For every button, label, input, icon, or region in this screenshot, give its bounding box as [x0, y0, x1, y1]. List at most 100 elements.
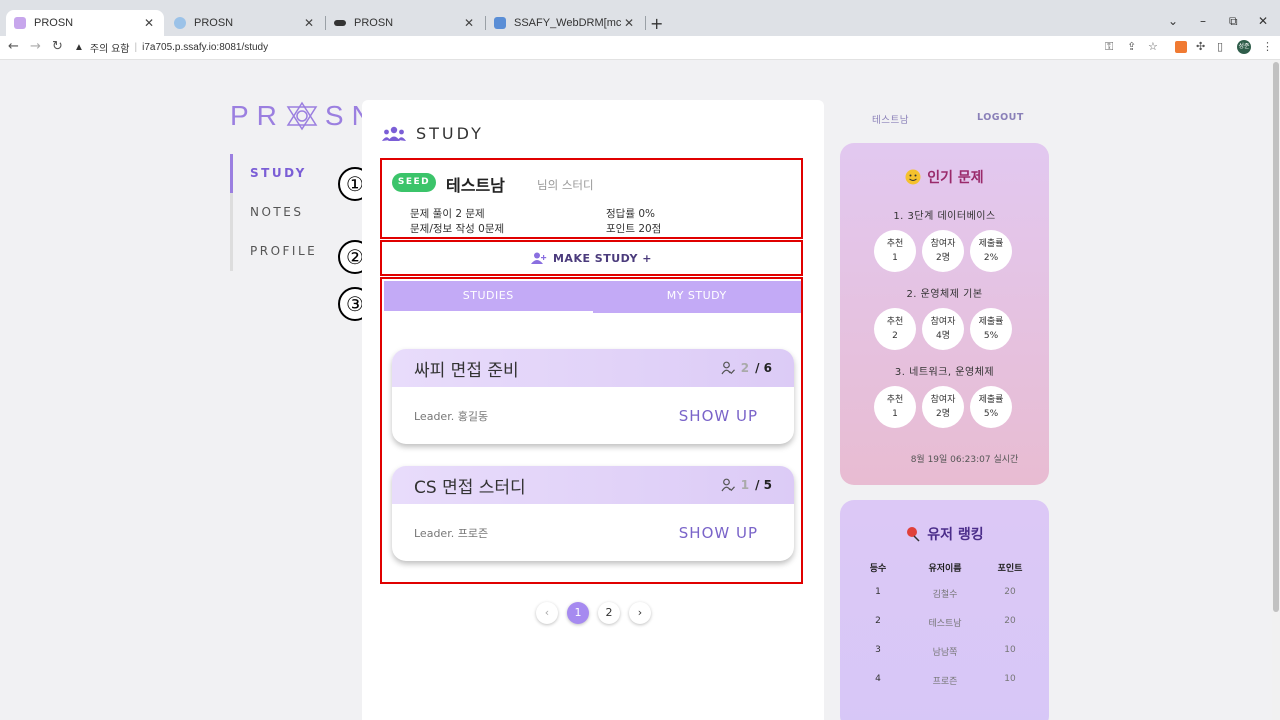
- participants-label: 참여자: [930, 239, 956, 249]
- username-value: 프로즌: [932, 677, 958, 687]
- show-up-button[interactable]: SHOW UP: [679, 524, 758, 542]
- share-icon[interactable]: ⇪: [1127, 40, 1136, 53]
- user-ranking-card: 유저 랭킹 등수 유저이름 포인트 1 김철수 20 2 테스트남 20 3 남…: [840, 500, 1049, 720]
- points-value: 20: [1004, 616, 1016, 626]
- problem-stats: 추천 2 참여자 4명 제출률 5%: [874, 308, 1018, 350]
- omnibox-divider: |: [134, 42, 138, 53]
- problem-title[interactable]: 2. 운영체제 기본: [840, 285, 1049, 300]
- menu-icon[interactable]: ⋮: [1262, 40, 1273, 53]
- browser-tab[interactable]: PROSN ✕: [6, 10, 164, 36]
- smile-emoji-icon: [905, 169, 921, 185]
- tab-title: PROSN: [354, 17, 394, 29]
- problem-title[interactable]: 1. 3단계 데이터베이스: [840, 207, 1049, 222]
- study-leader: Leader. 프로즌: [414, 526, 489, 540]
- profile-avatar[interactable]: 성준: [1237, 40, 1251, 54]
- prev-page-button[interactable]: ‹: [536, 602, 558, 624]
- close-window-icon[interactable]: ✕: [1258, 14, 1268, 28]
- accuracy-stat: 정답률 0%: [606, 208, 655, 220]
- rank-value: 2: [875, 616, 881, 626]
- make-study-section: MAKE STUDY +: [380, 240, 803, 276]
- prosn-favicon-icon: [14, 17, 26, 29]
- forward-icon[interactable]: →: [30, 39, 41, 54]
- add-user-icon: [530, 252, 547, 264]
- recommend-label: 추천: [886, 395, 904, 405]
- username-header: 유저이름: [928, 564, 962, 574]
- realtime-timestamp: 8월 19일 06:23:07 실시간: [910, 455, 1019, 465]
- key-icon[interactable]: ⚿: [1105, 40, 1113, 54]
- new-tab-icon[interactable]: +: [650, 14, 663, 33]
- member-count-current: 1: [740, 478, 750, 492]
- back-icon[interactable]: ←: [8, 39, 19, 54]
- recommend-value: 2: [892, 331, 898, 341]
- study-card[interactable]: 싸피 면접 준비 2 / 6 Leader. 홍길동 SHOW UP: [392, 349, 794, 444]
- side-panel-icon[interactable]: ▯: [1217, 40, 1223, 53]
- study-tabs: STUDIES MY STUDY: [384, 281, 801, 313]
- nav-item-notes[interactable]: NOTES: [230, 193, 340, 232]
- recommend-stat: 추천 1: [874, 230, 916, 272]
- browser-tab[interactable]: PROSN ✕: [166, 10, 324, 36]
- url-text: i7a705.p.ssafy.io:8081/study: [142, 42, 269, 53]
- minimize-icon[interactable]: –: [1200, 14, 1206, 28]
- problems-solved-stat: 문제 풀이 2 문제: [410, 208, 485, 220]
- browser-tab[interactable]: SSAFY_WebDRM[mc1] ✕: [486, 10, 644, 36]
- member-check-icon: [721, 478, 735, 492]
- close-tab-icon[interactable]: ✕: [622, 16, 636, 30]
- url-input[interactable]: ▲ 주의 요함 | i7a705.p.ssafy.io:8081/study: [74, 37, 1094, 58]
- posts-written-stat: 문제/정보 작성 0문제: [410, 223, 505, 235]
- close-tab-icon[interactable]: ✕: [302, 16, 316, 30]
- extension-icon[interactable]: [1175, 41, 1187, 53]
- study-card[interactable]: CS 면접 스터디 1 / 5 Leader. 프로즌 SHOW UP: [392, 466, 794, 561]
- tab-search-icon[interactable]: ⌄: [1168, 14, 1178, 28]
- points-value: 20: [1004, 587, 1016, 597]
- browser-tab[interactable]: PROSN ✕: [326, 10, 484, 36]
- side-navigation: STUDY NOTES PROFILE: [230, 154, 340, 271]
- popular-title-text: 인기 문제: [927, 170, 984, 186]
- nav-item-profile[interactable]: PROFILE: [230, 232, 340, 271]
- points-stat: 포인트 20점: [606, 223, 662, 235]
- problem-title[interactable]: 3. 네트워크, 운영체제: [840, 363, 1049, 378]
- scrollbar-thumb[interactable]: [1273, 62, 1279, 612]
- study-main-card: STUDY SEED 테스트남 님의 스터디 문제 풀이 2 문제 문제/정보 …: [362, 100, 824, 720]
- restore-icon[interactable]: ⧉: [1229, 14, 1238, 29]
- study-name: CS 면접 스터디: [414, 477, 526, 498]
- study-card-body: Leader. 프로즌 SHOW UP: [392, 504, 794, 561]
- tab-my-study[interactable]: MY STUDY: [593, 281, 802, 313]
- participants-stat: 참여자 4명: [922, 308, 964, 350]
- participants-stat: 참여자 2명: [922, 386, 964, 428]
- studies-section: STUDIES MY STUDY 싸피 면접 준비 2 / 6 Leader. …: [380, 277, 803, 584]
- next-page-button[interactable]: ›: [629, 602, 651, 624]
- participants-label: 참여자: [930, 317, 956, 327]
- page-button-1[interactable]: 1: [567, 602, 589, 624]
- rank-header: 등수: [869, 564, 887, 574]
- submit-rate-value: 5%: [983, 409, 999, 419]
- submit-rate-label: 제출률: [978, 395, 1004, 405]
- erd-favicon-icon: [334, 20, 346, 26]
- bookmark-star-icon[interactable]: ☆: [1148, 40, 1158, 53]
- member-count-max: / 5: [755, 478, 772, 492]
- browser-tab-bar: PROSN ✕ PROSN ✕ PROSN ✕ SSAFY_WebDRM[mc1…: [0, 0, 1280, 36]
- study-card-header: CS 면접 스터디 1 / 5: [392, 466, 794, 504]
- recommend-label: 추천: [886, 317, 904, 327]
- popular-title: 인기 문제: [840, 167, 1049, 187]
- puzzle-icon[interactable]: ✣: [1196, 40, 1205, 53]
- pagination: ‹ 1 2 ›: [536, 602, 660, 624]
- user-name-link[interactable]: 테스트남: [872, 112, 909, 126]
- close-tab-icon[interactable]: ✕: [142, 16, 156, 30]
- prosn-logo[interactable]: PR SN: [230, 100, 380, 132]
- recommend-label: 추천: [886, 239, 904, 249]
- points-header: 포인트: [997, 564, 1023, 574]
- show-up-button[interactable]: SHOW UP: [679, 407, 758, 425]
- address-bar: ← → ↻ ▲ 주의 요함 | i7a705.p.ssafy.io:8081/s…: [0, 36, 1280, 60]
- submit-rate-value: 2%: [983, 253, 999, 263]
- drm-favicon-icon: [494, 17, 506, 29]
- close-tab-icon[interactable]: ✕: [462, 16, 476, 30]
- page-button-2[interactable]: 2: [598, 602, 620, 624]
- page-scrollbar[interactable]: [1272, 60, 1280, 720]
- reload-icon[interactable]: ↻: [52, 39, 63, 54]
- logout-link[interactable]: LOGOUT: [977, 112, 1024, 123]
- study-owner-name: 테스트남: [446, 176, 505, 195]
- tab-studies[interactable]: STUDIES: [384, 281, 593, 313]
- tab-title: PROSN: [194, 17, 234, 29]
- make-study-button[interactable]: MAKE STUDY +: [382, 242, 801, 274]
- nav-item-study[interactable]: STUDY: [230, 154, 340, 193]
